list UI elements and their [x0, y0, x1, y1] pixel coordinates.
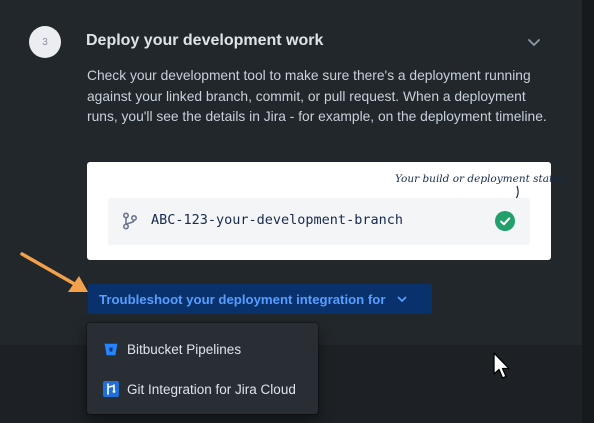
chevron-down-icon[interactable] [525, 33, 543, 51]
branch-name: ABC-123-your-development-branch [151, 212, 403, 228]
page-scroll-edge [582, 0, 594, 423]
check-circle-icon [495, 211, 515, 231]
branch-row: ABC-123-your-development-branch [108, 198, 530, 245]
troubleshoot-label: Troubleshoot your deployment integration… [99, 291, 386, 307]
deployment-status-card: Your build or deployment status ABC-123-… [87, 162, 565, 260]
menu-item-bitbucket-pipelines[interactable]: Bitbucket Pipelines [87, 331, 318, 367]
step-number-badge: 3 [29, 26, 61, 58]
menu-item-git-integration[interactable]: Git Integration for Jira Cloud [87, 371, 318, 407]
step-title: Deploy your development work [86, 32, 324, 49]
git-integration-icon [103, 381, 119, 397]
mouse-cursor-icon [493, 352, 510, 379]
bitbucket-icon [103, 341, 119, 357]
menu-item-label: Git Integration for Jira Cloud [127, 381, 296, 397]
status-note: Your build or deployment status [395, 173, 566, 185]
troubleshoot-dropdown-button[interactable]: Troubleshoot your deployment integration… [88, 284, 432, 314]
chevron-down-icon [398, 296, 407, 302]
orange-arrow-icon [20, 252, 88, 292]
troubleshoot-menu: Bitbucket Pipelines Git Integration for … [87, 323, 318, 414]
step-description: Check your development tool to make sure… [87, 68, 547, 124]
menu-item-label: Bitbucket Pipelines [127, 341, 242, 357]
branch-icon [122, 212, 138, 230]
